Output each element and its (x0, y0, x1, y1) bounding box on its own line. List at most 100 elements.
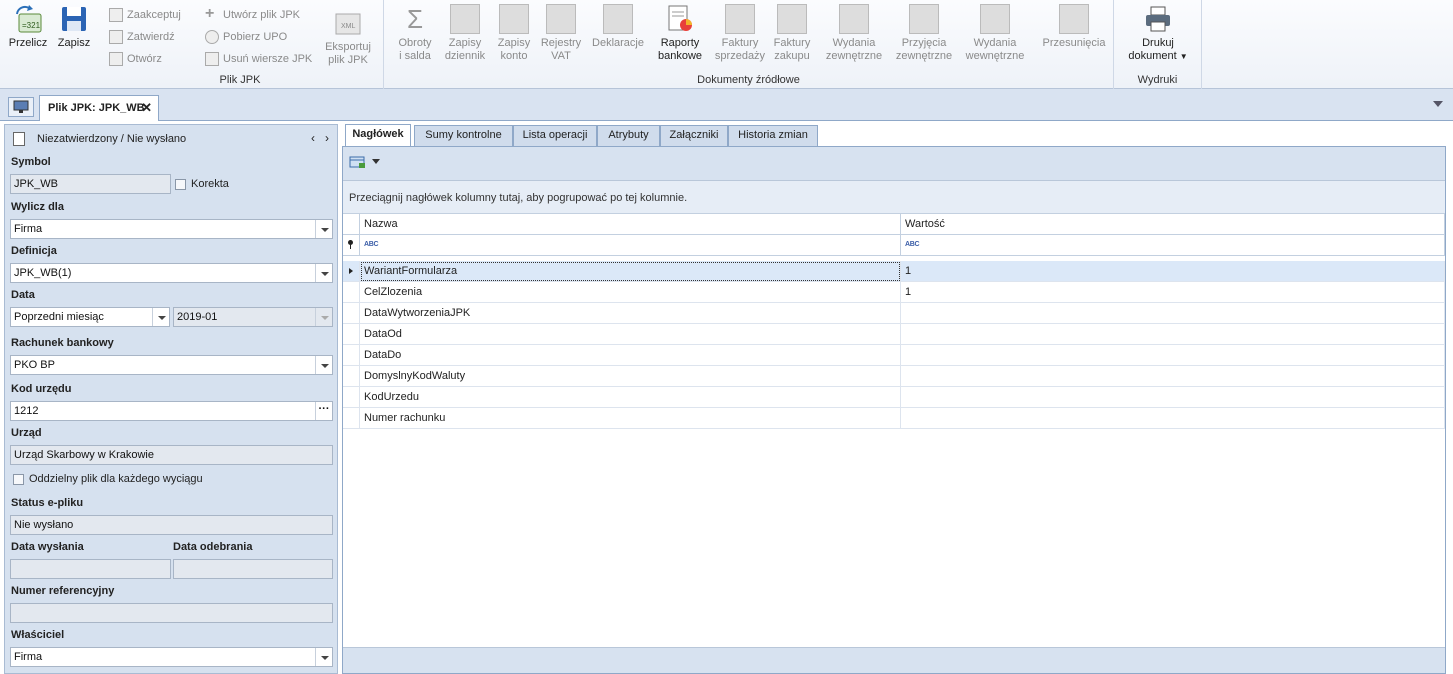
table-row[interactable]: DataWytworzeniaJPK (343, 303, 1445, 324)
column-header-wartosc[interactable]: Wartość (901, 214, 1445, 235)
tab-lista-operacji[interactable]: Lista operacji (513, 125, 597, 146)
cell-wartosc[interactable]: 1 (901, 282, 1445, 303)
zatwierdz-button[interactable]: Zatwierdź (109, 28, 175, 46)
cell-nazwa[interactable]: DataDo (360, 345, 901, 366)
cell-nazwa[interactable]: DataOd (360, 324, 901, 345)
row-indicator[interactable] (343, 408, 360, 429)
tab-naglowek[interactable]: Nagłówek (345, 124, 411, 146)
pobierz-upo-button[interactable]: Pobierz UPO (205, 28, 287, 46)
filter-cell-nazwa[interactable]: ABC (360, 235, 901, 256)
doc-tab-plik-jpk[interactable]: Plik JPK: JPK_WB ✕ (39, 95, 159, 121)
data-period-value: 2019-01 (177, 311, 218, 323)
ellipsis-button[interactable]: ··· (315, 402, 332, 420)
table-row[interactable]: DataDo (343, 345, 1445, 366)
doc-tab-label: Plik JPK: JPK_WB (48, 102, 145, 114)
dropdown-icon[interactable] (315, 308, 332, 326)
przyjecia-zewnetrzne-button[interactable]: Przyjęcia zewnętrzne (892, 4, 956, 63)
tab-historia-zmian[interactable]: Historia zmian (728, 125, 818, 146)
zapisy-konto-button[interactable]: Zapisy konto (492, 4, 536, 63)
deklaracje-button[interactable]: Deklaracje (588, 4, 648, 50)
rachunek-select[interactable]: PKO BP (10, 355, 333, 375)
zaakceptuj-button[interactable]: Zaakceptuj (109, 6, 181, 24)
faktury-zakupu-button[interactable]: Faktury zakupu (770, 4, 814, 63)
cell-wartosc[interactable] (901, 324, 1445, 345)
group-by-panel[interactable]: Przeciągnij nagłówek kolumny tutaj, aby … (343, 181, 1445, 214)
oddzielny-plik-label: Oddzielny plik dla każdego wyciągu (29, 473, 203, 485)
cell-nazwa[interactable]: KodUrzedu (360, 387, 901, 408)
cell-nazwa[interactable]: WariantFormularza (360, 261, 901, 282)
wydania-zewnetrzne-button[interactable]: Wydania zewnętrzne (822, 4, 886, 63)
korekta-checkbox[interactable] (175, 179, 186, 190)
rejestry-vat-button[interactable]: Rejestry VAT (538, 4, 584, 63)
cell-nazwa[interactable]: CelZlozenia (360, 282, 901, 303)
symbol-field[interactable]: JPK_WB (10, 174, 171, 194)
cell-nazwa[interactable]: Numer rachunku (360, 408, 901, 429)
table-row[interactable]: CelZlozenia 1 (343, 282, 1445, 303)
cell-wartosc[interactable] (901, 366, 1445, 387)
dropdown-icon[interactable] (315, 356, 332, 374)
row-indicator[interactable] (343, 324, 360, 345)
przelicz-button[interactable]: =321 Przelicz (6, 4, 50, 50)
cell-wartosc[interactable] (901, 303, 1445, 324)
wylicz-dla-select[interactable]: Firma (10, 219, 333, 239)
urzad-field[interactable]: Urząd Skarbowy w Krakowie (10, 445, 333, 465)
table-row[interactable]: DomyslnyKodWaluty (343, 366, 1445, 387)
row-indicator[interactable] (343, 366, 360, 387)
cell-nazwa[interactable]: DomyslnyKodWaluty (360, 366, 901, 387)
usun-wiersze-button[interactable]: Usuń wiersze JPK (205, 50, 312, 68)
faktury-sprzedazy-button[interactable]: Faktury sprzedaży (714, 4, 766, 63)
row-indicator[interactable] (343, 282, 360, 303)
cell-wartosc[interactable] (901, 345, 1445, 366)
tabstrip-menu-icon[interactable] (1433, 101, 1443, 107)
otworz-button[interactable]: Otwórz (109, 50, 162, 68)
cell-wartosc[interactable] (901, 387, 1445, 408)
table-row[interactable]: WariantFormularza 1 (343, 261, 1445, 282)
column-header-nazwa[interactable]: Nazwa (360, 214, 901, 235)
cell-nazwa[interactable]: DataWytworzeniaJPK (360, 303, 901, 324)
filter-cell-wartosc[interactable]: ABC (901, 235, 1445, 256)
data-wyslania-field[interactable] (10, 559, 171, 579)
obroty-button[interactable]: Σ Obroty i salda (390, 4, 440, 63)
table-row[interactable]: Numer rachunku (343, 408, 1445, 429)
data-mode-select[interactable]: Poprzedni miesiąc (10, 307, 170, 327)
document-tabstrip: Plik JPK: JPK_WB ✕ (0, 89, 1453, 121)
dropdown-icon[interactable] (152, 308, 169, 326)
ribbon-group-wydruki: Drukuj dokument ▼ Wydruki (1114, 0, 1202, 89)
definicja-select[interactable]: JPK_WB(1) (10, 263, 333, 283)
start-tab[interactable] (8, 97, 34, 117)
row-indicator[interactable] (343, 261, 360, 282)
eksportuj-button[interactable]: XML Eksportuj plik JPK (319, 8, 377, 67)
close-icon[interactable]: ✕ (141, 96, 152, 120)
grid-options-button[interactable] (349, 155, 383, 171)
data-odebrania-field[interactable] (173, 559, 333, 579)
drukuj-dokument-button[interactable]: Drukuj dokument ▼ (1120, 4, 1196, 63)
zapisy-dziennik-button[interactable]: Zapisy dziennik (442, 4, 488, 63)
cell-wartosc[interactable]: 1 (901, 261, 1445, 282)
dropdown-icon[interactable] (315, 220, 332, 238)
dropdown-icon[interactable] (315, 264, 332, 282)
dropdown-icon[interactable] (315, 648, 332, 666)
cell-wartosc[interactable] (901, 408, 1445, 429)
table-row[interactable]: DataOd (343, 324, 1445, 345)
przesuniecia-button[interactable]: Przesunięcia (1036, 4, 1112, 50)
table-row[interactable]: KodUrzedu (343, 387, 1445, 408)
tab-zalaczniki[interactable]: Załączniki (660, 125, 728, 146)
oddzielny-plik-checkbox[interactable] (13, 474, 24, 485)
utworz-plik-button[interactable]: + Utwórz plik JPK (205, 6, 300, 24)
row-indicator[interactable] (343, 345, 360, 366)
row-indicator[interactable] (343, 387, 360, 408)
tab-sumy-kontrolne[interactable]: Sumy kontrolne (414, 125, 513, 146)
tab-atrybuty[interactable]: Atrybuty (597, 125, 660, 146)
zapisz-button[interactable]: Zapisz (54, 4, 94, 50)
row-indicator[interactable] (343, 303, 360, 324)
raporty-bankowe-button[interactable]: Raporty bankowe (652, 4, 708, 63)
wlasciciel-select[interactable]: Firma (10, 647, 333, 667)
data-period-select[interactable]: 2019-01 (173, 307, 333, 327)
wydania-wewnetrzne-button[interactable]: Wydania wewnętrzne (962, 4, 1028, 63)
numer-referencyjny-field[interactable] (10, 603, 333, 623)
prev-arrow-icon[interactable]: ‹ (311, 131, 315, 145)
next-arrow-icon[interactable]: › (325, 131, 329, 145)
status-eplik-field[interactable]: Nie wysłano (10, 515, 333, 535)
wydania-zewnetrzne-label-2: zewnętrzne (825, 50, 883, 62)
kod-urzedu-field[interactable]: 1212 ··· (10, 401, 333, 421)
